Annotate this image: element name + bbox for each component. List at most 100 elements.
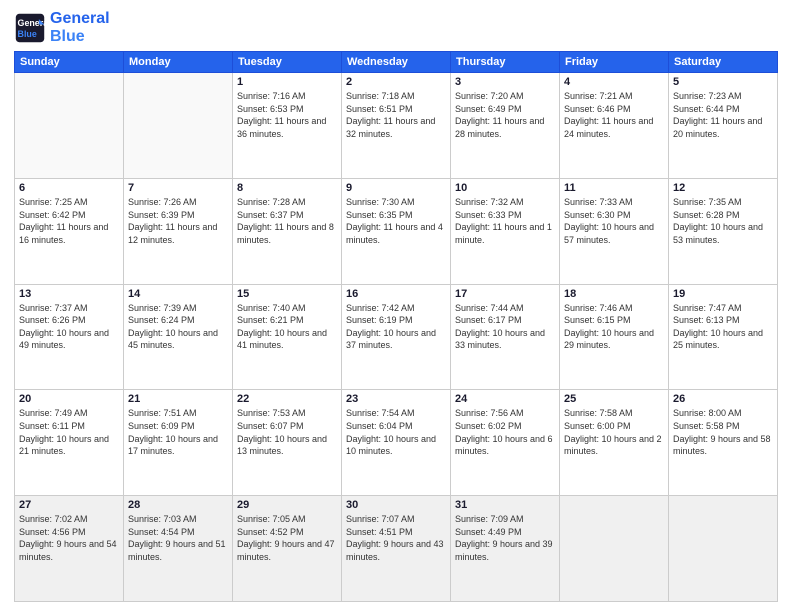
page: General Blue General Blue SundayMondayTu… (0, 0, 792, 612)
day-number: 9 (346, 182, 446, 194)
day-detail: Sunrise: 7:46 AM Sunset: 6:15 PM Dayligh… (564, 302, 664, 352)
day-number: 5 (673, 76, 773, 88)
day-number: 24 (455, 393, 555, 405)
day-detail: Sunrise: 7:40 AM Sunset: 6:21 PM Dayligh… (237, 302, 337, 352)
calendar-day-cell: 27 Sunrise: 7:02 AM Sunset: 4:56 PM Dayli… (15, 496, 124, 602)
day-number: 22 (237, 393, 337, 405)
day-number: 26 (673, 393, 773, 405)
calendar-day-cell: 9 Sunrise: 7:30 AM Sunset: 6:35 PM Daylig… (342, 178, 451, 284)
day-number: 16 (346, 288, 446, 300)
day-detail: Sunrise: 7:32 AM Sunset: 6:33 PM Dayligh… (455, 196, 555, 246)
day-number: 13 (19, 288, 119, 300)
day-number: 20 (19, 393, 119, 405)
calendar-day-cell: 23 Sunrise: 7:54 AM Sunset: 6:04 PM Dayli… (342, 390, 451, 496)
day-detail: Sunrise: 7:42 AM Sunset: 6:19 PM Dayligh… (346, 302, 446, 352)
calendar-day-cell: 8 Sunrise: 7:28 AM Sunset: 6:37 PM Daylig… (233, 178, 342, 284)
calendar-day-cell: 24Sunrise: 7:56 AM Sunset: 6:02 PM Dayli… (451, 390, 560, 496)
svg-text:Blue: Blue (18, 28, 37, 38)
day-number: 25 (564, 393, 664, 405)
logo-text: General (50, 10, 110, 28)
calendar-table: SundayMondayTuesdayWednesdayThursdayFrid… (14, 51, 778, 602)
day-detail: Sunrise: 7:54 AM Sunset: 6:04 PM Dayligh… (346, 407, 446, 457)
calendar-week-row: 27 Sunrise: 7:02 AM Sunset: 4:56 PM Dayli… (15, 496, 778, 602)
day-detail: Sunrise: 7:47 AM Sunset: 6:13 PM Dayligh… (673, 302, 773, 352)
calendar-day-cell: 15 Sunrise: 7:40 AM Sunset: 6:21 PM Dayli… (233, 284, 342, 390)
day-detail: Sunrise: 7:30 AM Sunset: 6:35 PM Dayligh… (346, 196, 446, 246)
calendar-week-row: 20 Sunrise: 7:49 AM Sunset: 6:11 PM Dayli… (15, 390, 778, 496)
calendar-day-cell: 18Sunrise: 7:46 AM Sunset: 6:15 PM Dayli… (560, 284, 669, 390)
day-detail: Sunrise: 7:37 AM Sunset: 6:26 PM Dayligh… (19, 302, 119, 352)
day-detail: Sunrise: 7:25 AM Sunset: 6:42 PM Dayligh… (19, 196, 119, 246)
day-detail: Sunrise: 7:02 AM Sunset: 4:56 PM Dayligh… (19, 513, 119, 563)
calendar-day-header: Sunday (15, 52, 124, 73)
day-detail: Sunrise: 7:05 AM Sunset: 4:52 PM Dayligh… (237, 513, 337, 563)
calendar-day-header: Monday (124, 52, 233, 73)
calendar-day-cell: 7Sunrise: 7:26 AM Sunset: 6:39 PM Daylig… (124, 178, 233, 284)
day-detail: Sunrise: 7:18 AM Sunset: 6:51 PM Dayligh… (346, 90, 446, 140)
calendar-day-header: Wednesday (342, 52, 451, 73)
day-number: 2 (346, 76, 446, 88)
calendar-day-cell (669, 496, 778, 602)
day-number: 10 (455, 182, 555, 194)
calendar-week-row: 1Sunrise: 7:16 AM Sunset: 6:53 PM Daylig… (15, 73, 778, 179)
day-number: 11 (564, 182, 664, 194)
calendar-day-cell: 21 Sunrise: 7:51 AM Sunset: 6:09 PM Dayli… (124, 390, 233, 496)
day-detail: Sunrise: 7:49 AM Sunset: 6:11 PM Dayligh… (19, 407, 119, 457)
day-detail: Sunrise: 7:33 AM Sunset: 6:30 PM Dayligh… (564, 196, 664, 246)
calendar-day-cell: 29 Sunrise: 7:05 AM Sunset: 4:52 PM Dayli… (233, 496, 342, 602)
calendar-day-header: Tuesday (233, 52, 342, 73)
logo-icon: General Blue (14, 12, 46, 44)
day-detail: Sunrise: 7:53 AM Sunset: 6:07 PM Dayligh… (237, 407, 337, 457)
day-number: 31 (455, 499, 555, 511)
day-detail: Sunrise: 7:20 AM Sunset: 6:49 PM Dayligh… (455, 90, 555, 140)
calendar-day-cell: 1Sunrise: 7:16 AM Sunset: 6:53 PM Daylig… (233, 73, 342, 179)
calendar-day-cell: 5Sunrise: 7:23 AM Sunset: 6:44 PM Daylig… (669, 73, 778, 179)
calendar-week-row: 13 Sunrise: 7:37 AM Sunset: 6:26 PM Dayli… (15, 284, 778, 390)
calendar-day-cell: 31Sunrise: 7:09 AM Sunset: 4:49 PM Dayli… (451, 496, 560, 602)
calendar-day-cell: 11 Sunrise: 7:33 AM Sunset: 6:30 PM Dayli… (560, 178, 669, 284)
calendar-header-row: SundayMondayTuesdayWednesdayThursdayFrid… (15, 52, 778, 73)
calendar-day-cell: 17Sunrise: 7:44 AM Sunset: 6:17 PM Dayli… (451, 284, 560, 390)
day-detail: Sunrise: 7:35 AM Sunset: 6:28 PM Dayligh… (673, 196, 773, 246)
day-detail: Sunrise: 7:51 AM Sunset: 6:09 PM Dayligh… (128, 407, 228, 457)
day-detail: Sunrise: 7:44 AM Sunset: 6:17 PM Dayligh… (455, 302, 555, 352)
day-number: 30 (346, 499, 446, 511)
day-detail: Sunrise: 7:58 AM Sunset: 6:00 PM Dayligh… (564, 407, 664, 457)
calendar-day-cell: 25 Sunrise: 7:58 AM Sunset: 6:00 PM Dayli… (560, 390, 669, 496)
calendar-day-cell: 3 Sunrise: 7:20 AM Sunset: 6:49 PM Daylig… (451, 73, 560, 179)
day-number: 15 (237, 288, 337, 300)
header: General Blue General Blue (14, 10, 778, 45)
day-detail: Sunrise: 7:21 AM Sunset: 6:46 PM Dayligh… (564, 90, 664, 140)
day-detail: Sunrise: 7:39 AM Sunset: 6:24 PM Dayligh… (128, 302, 228, 352)
calendar-day-cell: 20 Sunrise: 7:49 AM Sunset: 6:11 PM Dayli… (15, 390, 124, 496)
calendar-week-row: 6 Sunrise: 7:25 AM Sunset: 6:42 PM Daylig… (15, 178, 778, 284)
calendar-day-cell: 28 Sunrise: 7:03 AM Sunset: 4:54 PM Dayli… (124, 496, 233, 602)
calendar-day-cell: 19 Sunrise: 7:47 AM Sunset: 6:13 PM Dayli… (669, 284, 778, 390)
day-detail: Sunrise: 7:28 AM Sunset: 6:37 PM Dayligh… (237, 196, 337, 246)
day-detail: Sunrise: 7:26 AM Sunset: 6:39 PM Dayligh… (128, 196, 228, 246)
calendar-day-cell: 22 Sunrise: 7:53 AM Sunset: 6:07 PM Dayli… (233, 390, 342, 496)
day-number: 21 (128, 393, 228, 405)
day-number: 8 (237, 182, 337, 194)
calendar-day-cell: 30 Sunrise: 7:07 AM Sunset: 4:51 PM Dayli… (342, 496, 451, 602)
calendar-day-cell: 10 Sunrise: 7:32 AM Sunset: 6:33 PM Dayli… (451, 178, 560, 284)
day-number: 6 (19, 182, 119, 194)
logo: General Blue General Blue (14, 10, 110, 45)
calendar-day-cell (124, 73, 233, 179)
day-detail: Sunrise: 7:07 AM Sunset: 4:51 PM Dayligh… (346, 513, 446, 563)
calendar-day-cell: 26Sunrise: 8:00 AM Sunset: 5:58 PM Dayli… (669, 390, 778, 496)
day-number: 1 (237, 76, 337, 88)
day-number: 28 (128, 499, 228, 511)
calendar-day-cell: 12 Sunrise: 7:35 AM Sunset: 6:28 PM Dayli… (669, 178, 778, 284)
day-number: 3 (455, 76, 555, 88)
day-number: 19 (673, 288, 773, 300)
day-number: 12 (673, 182, 773, 194)
day-detail: Sunrise: 7:03 AM Sunset: 4:54 PM Dayligh… (128, 513, 228, 563)
day-number: 23 (346, 393, 446, 405)
calendar-day-header: Saturday (669, 52, 778, 73)
calendar-day-cell: 4Sunrise: 7:21 AM Sunset: 6:46 PM Daylig… (560, 73, 669, 179)
calendar-day-cell: 6 Sunrise: 7:25 AM Sunset: 6:42 PM Daylig… (15, 178, 124, 284)
day-number: 27 (19, 499, 119, 511)
calendar-day-cell: 2 Sunrise: 7:18 AM Sunset: 6:51 PM Daylig… (342, 73, 451, 179)
day-number: 29 (237, 499, 337, 511)
